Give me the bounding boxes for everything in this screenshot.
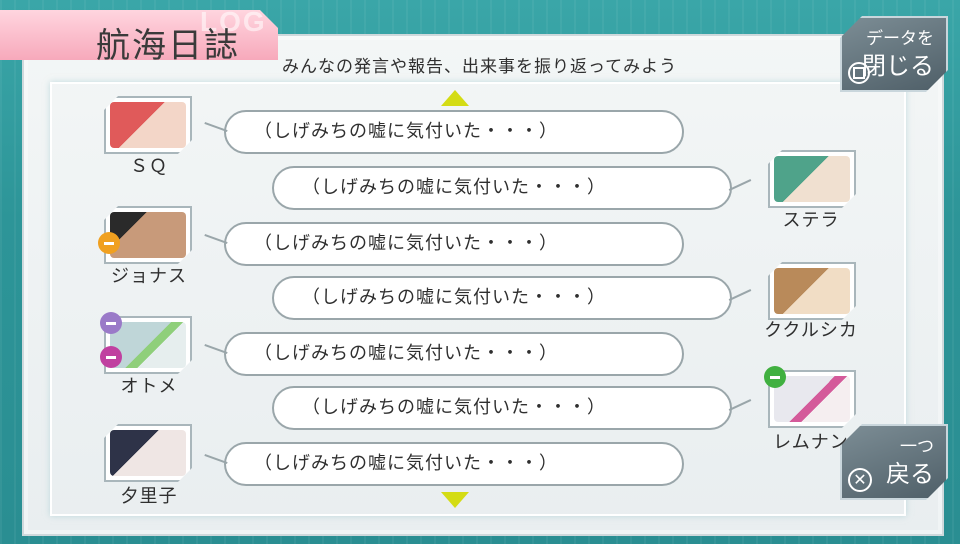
log-bubble: （しげみちの嘘に気付いた・・・） (272, 166, 732, 210)
cross-button-icon: ✕ (848, 468, 872, 492)
speaker-name: オトメ (120, 376, 178, 397)
portrait-jonas-face (110, 212, 186, 258)
portrait-otome-face (110, 322, 186, 368)
speaker-name: 夕里子 (120, 486, 178, 507)
log-bubble: （しげみちの嘘に気付いた・・・） (272, 386, 732, 430)
page-title: 航海日誌 (96, 26, 240, 66)
portrait-kukrushka-face (774, 268, 850, 314)
log-bubble: （しげみちの嘘に気付いた・・・） (224, 332, 684, 376)
portrait-sq (104, 96, 192, 154)
scroll-down-arrow-icon[interactable] (441, 492, 469, 508)
role-badge-icon (100, 346, 122, 368)
portrait-kukrushka (768, 262, 856, 320)
log-bubble: （しげみちの嘘に気付いた・・・） (224, 222, 684, 266)
portrait-yuriko-face (110, 430, 186, 476)
log-bubble: （しげみちの嘘に気付いた・・・） (272, 276, 732, 320)
speaker-name: ククルシカ (764, 320, 858, 341)
role-badge-icon (98, 232, 120, 254)
square-button-icon (848, 62, 870, 84)
speaker-name: ジョナス (111, 266, 187, 287)
page-subtitle: みんなの発言や報告、出来事を振り返ってみよう (282, 57, 678, 77)
scroll-up-arrow-icon[interactable] (441, 90, 469, 106)
speaker-name: ＳＱ (130, 156, 168, 177)
role-badge-icon (100, 312, 122, 334)
log-bubble: （しげみちの嘘に気付いた・・・） (224, 110, 684, 154)
portrait-yuriko (104, 424, 192, 482)
log-bubble: （しげみちの嘘に気付いた・・・） (224, 442, 684, 486)
portrait-stella (768, 150, 856, 208)
portrait-remnan-face (774, 376, 850, 422)
close-button-line2: 閉じる (862, 52, 934, 80)
portrait-stella-face (774, 156, 850, 202)
speaker-name: レムナン (773, 432, 849, 453)
back-button-line2: 戻る (886, 460, 934, 488)
portrait-sq-face (110, 102, 186, 148)
role-badge-icon (764, 366, 786, 388)
speaker-name: ステラ (782, 210, 840, 231)
close-data-button[interactable]: データを 閉じる (840, 16, 948, 92)
